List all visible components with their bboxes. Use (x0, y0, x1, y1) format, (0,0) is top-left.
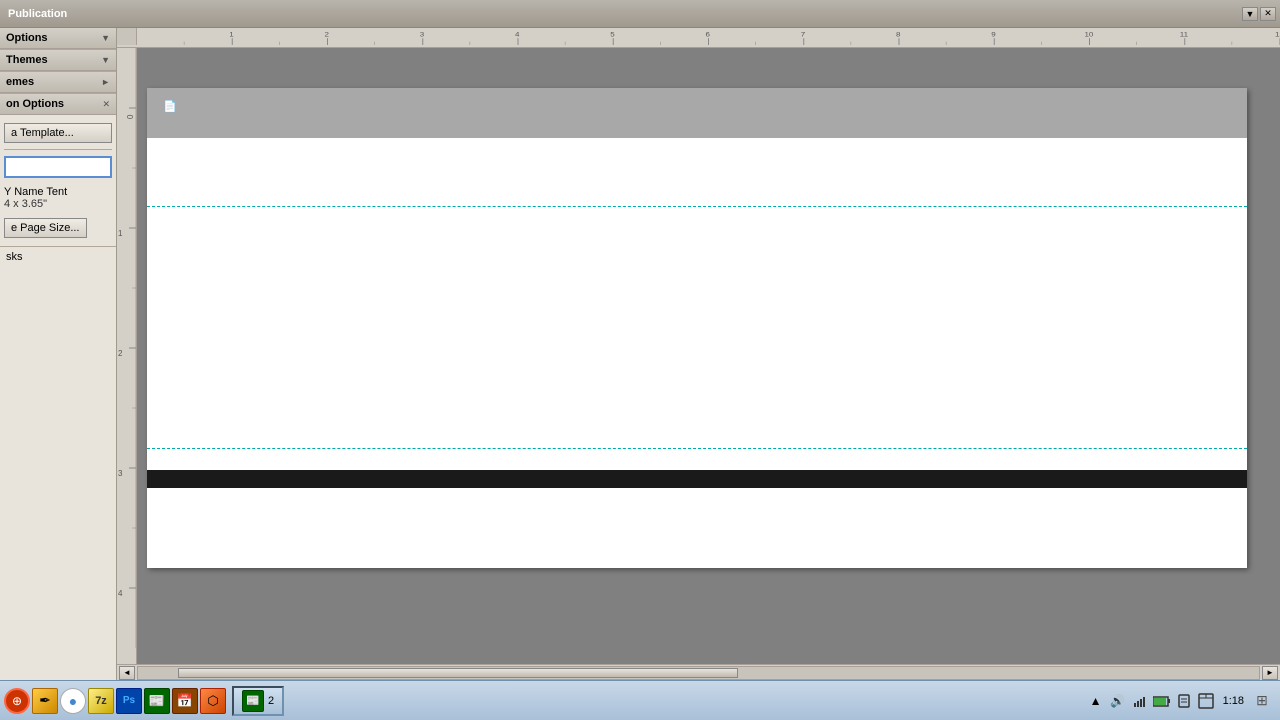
system-tray: ▲ 🔊 (1083, 691, 1276, 711)
template-input[interactable] (4, 156, 112, 178)
svg-text:12: 12 (1275, 30, 1280, 38)
content-area: Options ▼ Themes ▼ emes ► (0, 28, 1280, 680)
app-title: Publication (4, 8, 1242, 20)
scroll-right-button[interactable]: ► (1262, 666, 1278, 680)
minimize-button[interactable]: ▼ (1242, 7, 1258, 21)
tray-network[interactable] (1131, 692, 1149, 710)
pub-symbol: 📰 (149, 693, 165, 709)
svg-text:8: 8 (896, 30, 900, 38)
canvas-area: 1 2 3 4 5 6 7 8 (117, 28, 1280, 680)
tasks-area: sks (0, 247, 116, 680)
scroll-left-button[interactable]: ◄ (119, 666, 135, 680)
horizontal-scrollbar: ◄ ► (117, 664, 1280, 680)
start-icon: ⊕ (12, 694, 22, 708)
title-bar: Publication ▼ ✕ (0, 0, 1280, 28)
themes-arrow: ▼ (101, 55, 110, 65)
cal-symbol: 📅 (177, 693, 193, 709)
pub-options-close[interactable]: ✕ (102, 99, 110, 110)
page-area[interactable]: 📄 (137, 48, 1280, 664)
chrome-symbol: ● (69, 693, 77, 709)
7zip-icon[interactable]: 7z (88, 688, 114, 714)
svg-text:0: 0 (126, 114, 135, 119)
template-size: 4 x 3.65" (4, 198, 112, 210)
publisher-icon[interactable]: 📰 (144, 688, 170, 714)
horizontal-ruler: 1 2 3 4 5 6 7 8 (137, 28, 1280, 45)
themes-label: Themes (6, 54, 48, 66)
photoshop-icon[interactable]: Ps (116, 688, 142, 714)
options-label: Options (6, 32, 48, 44)
page-header-bar: 📄 (147, 88, 1247, 138)
options-arrow: ▼ (101, 33, 110, 43)
ruler-top: 1 2 3 4 5 6 7 8 (117, 28, 1280, 48)
ruler-corner (117, 28, 137, 45)
svg-text:9: 9 (991, 30, 995, 38)
page-canvas: 📄 (147, 88, 1247, 568)
scroll-thumb[interactable] (178, 668, 738, 678)
calendar-icon[interactable]: 📅 (172, 688, 198, 714)
options-header[interactable]: Options ▼ (0, 28, 116, 49)
tray-icon5[interactable] (1175, 692, 1193, 710)
active-app-icon: 📰 (242, 690, 264, 712)
tray-speaker[interactable]: 🔊 (1109, 692, 1127, 710)
template-info: Y Name Tent 4 x 3.65" (4, 186, 112, 210)
pub-options-label: on Options (6, 98, 64, 110)
svg-text:5: 5 (610, 30, 614, 38)
svg-text:4: 4 (118, 589, 123, 598)
app8-symbol: ⬡ (207, 693, 218, 709)
active-app-button[interactable]: 📰 2 (232, 686, 284, 716)
themes-section: Themes ▼ (0, 50, 116, 72)
tray-battery[interactable] (1153, 692, 1171, 710)
canvas-scroll: 0 1 2 3 4 (117, 48, 1280, 664)
color-schemes-arrow: ► (101, 77, 110, 87)
active-app-label: 2 (268, 695, 274, 707)
tray-icon6[interactable] (1197, 692, 1215, 710)
pub-options-header: on Options ✕ (0, 94, 116, 115)
7zip-symbol: 7z (95, 695, 107, 707)
tasks-label: sks (6, 251, 23, 263)
svg-text:1: 1 (118, 229, 123, 238)
divider-1 (4, 149, 112, 150)
vertical-ruler: 0 1 2 3 4 (117, 48, 137, 664)
publication-options-section: on Options ✕ a Template... Y Name Tent 4… (0, 94, 116, 247)
svg-text:3: 3 (118, 469, 123, 478)
svg-text:2: 2 (324, 30, 328, 38)
pen-tool-icon[interactable]: ✒ (32, 688, 58, 714)
svg-text:10: 10 (1084, 30, 1093, 38)
svg-text:3: 3 (420, 30, 424, 38)
app8-icon[interactable]: ⬡ (200, 688, 226, 714)
ps-symbol: Ps (123, 695, 135, 706)
color-schemes-section: emes ► (0, 72, 116, 94)
template-name: Y Name Tent (4, 186, 112, 198)
tray-up-arrow[interactable]: ▲ (1087, 692, 1105, 710)
guide-line-1 (147, 206, 1247, 207)
system-clock: 1:18 (1219, 695, 1248, 707)
guide-line-2 (147, 448, 1247, 449)
svg-text:7: 7 (801, 30, 805, 38)
close-button[interactable]: ✕ (1260, 7, 1276, 21)
svg-text:2: 2 (118, 349, 123, 358)
svg-text:4: 4 (515, 30, 519, 38)
doc-icon: 📄 (163, 100, 177, 113)
scroll-track[interactable] (137, 666, 1260, 680)
left-panel: Options ▼ Themes ▼ emes ► (0, 28, 117, 680)
svg-text:1: 1 (229, 30, 233, 38)
resize-indicator: ⊞ (1252, 691, 1272, 711)
template-button[interactable]: a Template... (4, 123, 112, 143)
page-size-button[interactable]: e Page Size... (4, 218, 87, 238)
taskbar: ⊕ ✒ ● 7z Ps 📰 📅 ⬡ 📰 2 (0, 680, 1280, 720)
page-footer-bar (147, 470, 1247, 488)
svg-text:11: 11 (1180, 30, 1188, 38)
title-bar-buttons: ▼ ✕ (1242, 7, 1276, 21)
active-icon-symbol: 📰 (246, 694, 260, 707)
pen-icon: ✒ (39, 692, 51, 709)
start-orb[interactable]: ⊕ (4, 688, 30, 714)
chrome-icon[interactable]: ● (60, 688, 86, 714)
options-section: Options ▼ (0, 28, 116, 50)
options-content: a Template... Y Name Tent 4 x 3.65" e Pa… (0, 115, 116, 246)
color-schemes-label: emes (6, 76, 34, 88)
themes-header[interactable]: Themes ▼ (0, 50, 116, 71)
svg-text:6: 6 (705, 30, 709, 38)
color-schemes-header[interactable]: emes ► (0, 72, 116, 93)
